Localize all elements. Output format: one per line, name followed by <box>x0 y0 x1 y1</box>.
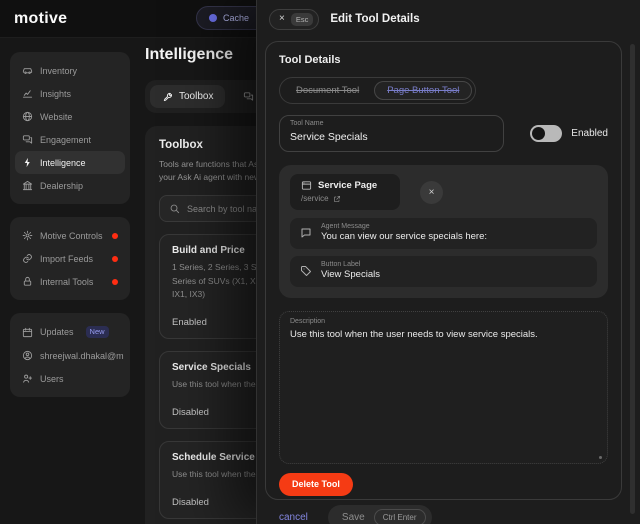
save-button[interactable]: Save Ctrl Enter <box>328 505 432 524</box>
button-label-value: View Specials <box>321 269 380 280</box>
sidebar-item-engagement[interactable]: Engagement <box>15 128 125 151</box>
sidebar-item-label: Users <box>40 374 64 384</box>
sidebar: Inventory Insights Website Engagement In… <box>10 52 130 410</box>
save-button-label: Save <box>342 512 365 523</box>
message-icon <box>300 227 312 239</box>
page-button-group: Service Page /service × Agent Message Yo… <box>279 165 608 298</box>
sidebar-item-label: Import Feeds <box>40 254 93 264</box>
tool-name-label: Tool Name <box>290 120 493 127</box>
sidebar-account-group: Updates New shreejwal.dhakal@m Users <box>10 313 130 397</box>
sidebar-item-users[interactable]: Users <box>15 367 125 390</box>
tool-type-segmented-control: Document Tool Page Button Tool <box>279 77 476 104</box>
person-icon <box>22 350 33 361</box>
lightning-icon <box>22 157 33 168</box>
description-textarea[interactable]: Use this tool when the user needs to vie… <box>290 328 597 454</box>
button-label-label: Button Label <box>321 261 380 268</box>
chart-icon <box>22 88 33 99</box>
sidebar-item-label: Internal Tools <box>40 277 93 287</box>
toggle-knob <box>532 127 545 140</box>
sidebar-item-import-feeds[interactable]: Import Feeds <box>15 247 125 270</box>
external-link-icon[interactable] <box>333 195 341 203</box>
sidebar-item-label: Website <box>40 112 72 122</box>
close-icon: × <box>279 14 285 24</box>
cancel-button[interactable]: cancel <box>279 512 308 523</box>
agent-message-label: Agent Message <box>321 223 487 230</box>
tool-details-card: Tool Details Document Tool Page Button T… <box>265 41 622 500</box>
page-chip-title: Service Page <box>318 180 377 191</box>
sidebar-item-intelligence[interactable]: Intelligence <box>15 151 125 174</box>
resize-handle[interactable] <box>599 456 602 459</box>
close-icon: × <box>429 187 435 198</box>
page-chip-path: /service <box>301 194 329 203</box>
chats-icon <box>243 91 254 102</box>
calendar-icon <box>22 327 33 338</box>
sidebar-nav-group: Inventory Insights Website Engagement In… <box>10 52 130 204</box>
drawer-title: Edit Tool Details <box>330 13 419 25</box>
tool-name-row: Tool Name Enabled <box>279 115 608 152</box>
tab-label: Toolbox <box>179 91 213 102</box>
tab-page-button-tool[interactable]: Page Button Tool <box>374 81 472 100</box>
sidebar-item-insights[interactable]: Insights <box>15 82 125 105</box>
esc-key-hint: Esc <box>291 13 314 26</box>
sidebar-item-label: Updates <box>40 327 74 337</box>
motive-logo: motive <box>14 10 67 28</box>
sidebar-item-label: Inventory <box>40 66 77 76</box>
user-plus-icon <box>22 373 33 384</box>
sidebar-admin-group: Motive Controls Import Feeds Internal To… <box>10 217 130 300</box>
edit-tool-drawer: × Esc Edit Tool Details Tool Details Doc… <box>256 0 640 524</box>
enabled-toggle-label: Enabled <box>571 128 608 139</box>
sidebar-item-updates[interactable]: Updates New <box>15 320 125 344</box>
tool-details-heading: Tool Details <box>279 54 608 66</box>
delete-tool-button[interactable]: Delete Tool <box>279 473 353 496</box>
close-drawer-button[interactable]: × Esc <box>269 9 319 30</box>
drawer-scrollbar[interactable] <box>630 44 635 514</box>
link-icon <box>22 253 33 264</box>
app-root: motive Cache Inventory Insights Website … <box>0 0 640 524</box>
gear-icon <box>22 230 33 241</box>
sidebar-item-label: Intelligence <box>40 158 86 168</box>
tool-name-field[interactable]: Tool Name <box>279 115 504 152</box>
tab-toolbox[interactable]: Toolbox <box>150 85 225 108</box>
lock-icon <box>22 276 33 287</box>
sidebar-item-website[interactable]: Website <box>15 105 125 128</box>
page-chip-row: Service Page /service × <box>290 174 597 210</box>
page-window-icon <box>301 180 312 191</box>
sidebar-item-label: Insights <box>40 89 71 99</box>
globe-icon <box>22 111 33 122</box>
building-icon <box>22 180 33 191</box>
enabled-toggle[interactable] <box>530 125 562 142</box>
search-icon <box>169 203 180 214</box>
save-shortcut-hint: Ctrl Enter <box>374 509 426 524</box>
sidebar-item-account-email[interactable]: shreejwal.dhakal@m <box>15 344 125 367</box>
agent-message-field[interactable]: Agent Message You can view our service s… <box>290 218 597 249</box>
sidebar-item-inventory[interactable]: Inventory <box>15 59 125 82</box>
agent-message-value: You can view our service specials here: <box>321 231 487 242</box>
status-dot-icon <box>209 14 217 22</box>
notification-dot <box>112 233 118 239</box>
sidebar-item-label: Dealership <box>40 181 83 191</box>
description-field[interactable]: Description Use this tool when the user … <box>279 311 608 464</box>
tag-icon <box>300 265 312 277</box>
notification-dot <box>112 256 118 262</box>
sidebar-item-internal-tools[interactable]: Internal Tools <box>15 270 125 293</box>
new-badge: New <box>86 326 109 338</box>
service-page-chip[interactable]: Service Page /service <box>290 174 400 210</box>
tool-name-input[interactable] <box>290 130 493 143</box>
tab-document-tool[interactable]: Document Tool <box>283 81 372 100</box>
sidebar-item-label: shreejwal.dhakal@m <box>40 351 124 361</box>
drawer-footer: cancel Save Ctrl Enter <box>279 505 608 524</box>
cache-button-label: Cache <box>223 13 249 23</box>
tools-icon <box>162 91 173 102</box>
car-icon <box>22 65 33 76</box>
sidebar-item-label: Motive Controls <box>40 231 103 241</box>
remove-page-button[interactable]: × <box>420 181 443 204</box>
notification-dot <box>112 279 118 285</box>
drawer-header: × Esc Edit Tool Details <box>257 0 640 38</box>
sidebar-item-dealership[interactable]: Dealership <box>15 174 125 197</box>
sidebar-item-motive-controls[interactable]: Motive Controls <box>15 224 125 247</box>
chat-icon <box>22 134 33 145</box>
sidebar-item-label: Engagement <box>40 135 91 145</box>
description-label: Description <box>290 318 597 325</box>
button-label-field[interactable]: Button Label View Specials <box>290 256 597 287</box>
